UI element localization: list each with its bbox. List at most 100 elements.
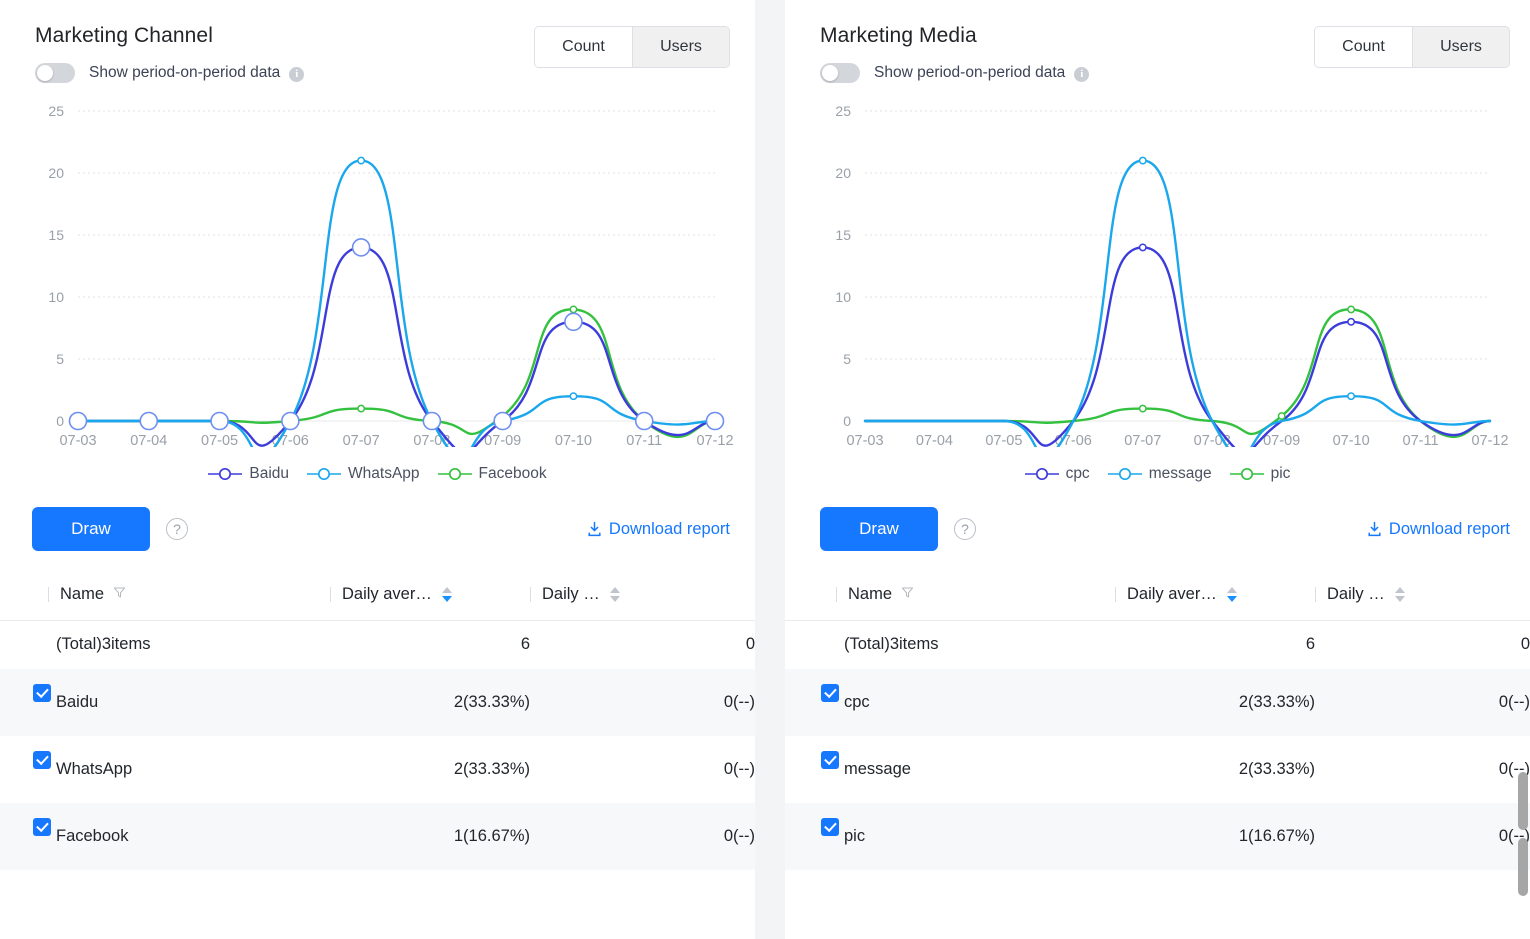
tab-count[interactable]: Count (1315, 27, 1412, 67)
x-axis-tick-label: 07-11 (1403, 433, 1439, 447)
x-axis-tick-label: 07-05 (985, 433, 1022, 447)
column-header-daily-other[interactable]: Daily … (530, 575, 755, 621)
row-checkbox[interactable] (821, 683, 839, 702)
data-point (1347, 305, 1356, 314)
header-divider (330, 587, 331, 602)
row-checkbox[interactable] (821, 750, 839, 769)
chart-legend: Baidu WhatsApp Facebook (0, 465, 755, 483)
table-header: Name Daily aver… Daily … (0, 575, 755, 621)
data-point (1277, 412, 1286, 420)
draw-button[interactable]: Draw (32, 507, 150, 551)
x-axis-tick-label: 07-10 (555, 433, 592, 447)
app-root: Marketing Channel Show period-on-period … (0, 0, 1530, 939)
y-axis-tick-label: 20 (835, 165, 851, 181)
legend-label: pic (1270, 465, 1291, 482)
data-point-highlight (493, 411, 512, 431)
download-report-link[interactable]: Download report (1366, 520, 1510, 539)
tab-users[interactable]: Users (1412, 27, 1509, 67)
row-daily-other: 0(--) (530, 802, 755, 870)
period-on-period-toggle[interactable] (35, 63, 75, 83)
column-header-daily-average[interactable]: Daily aver… (330, 575, 530, 621)
table-row[interactable]: message 2(33.33%) 0(--) (785, 736, 1530, 803)
marketing-media-card: Marketing Media Show period-on-period da… (785, 0, 1530, 939)
data-point-highlight (634, 411, 654, 431)
table-row[interactable]: Baidu 2(33.33%) 0(--) (0, 668, 755, 736)
y-axis-tick-label: 15 (48, 227, 64, 243)
tab-count[interactable]: Count (535, 27, 632, 67)
scrollbar-thumb[interactable] (1518, 772, 1528, 830)
legend-item[interactable]: Baidu (199, 465, 298, 483)
table-row[interactable]: cpc 2(33.33%) 0(--) (785, 668, 1530, 736)
data-point-highlight (139, 411, 159, 431)
legend-marker-icon (1107, 467, 1142, 481)
x-axis-tick-label: 07-07 (343, 433, 380, 447)
legend-marker-icon (208, 467, 243, 481)
filter-icon[interactable] (113, 585, 126, 604)
series-line (76, 159, 717, 447)
sort-toggle-daily-other[interactable] (609, 587, 620, 602)
line-chart[interactable]: 051015202507-03 07-04 07-05 07-06 07-07 07-08… (0, 97, 755, 447)
table-header: Name Daily aver… Daily … (785, 575, 1530, 621)
x-axis-tick-label: 07-04 (916, 433, 953, 447)
data-point (569, 305, 578, 314)
data-point-highlight (422, 411, 442, 431)
y-axis-tick-label: 25 (835, 103, 851, 119)
column-header-name[interactable]: Name (0, 575, 330, 621)
tab-users[interactable]: Users (632, 27, 729, 67)
sort-toggle-daily-other[interactable] (1394, 587, 1405, 602)
table-row[interactable]: Facebook 1(16.67%) 0(--) (0, 802, 755, 870)
x-axis-tick-label: 07-09 (484, 433, 521, 447)
legend-label: message (1148, 465, 1212, 482)
metric-segmented-control[interactable]: Count Users (534, 26, 730, 68)
row-checkbox[interactable] (821, 817, 839, 836)
column-header-daily-average-label: Daily aver… (342, 585, 432, 603)
row-checkbox[interactable] (33, 817, 51, 836)
table-row[interactable]: pic 1(16.67%) 0(--) (785, 802, 1530, 870)
series-line (863, 159, 1492, 447)
filter-icon[interactable] (901, 585, 914, 604)
period-on-period-toggle[interactable] (820, 63, 860, 83)
row-name-cell: Facebook (0, 802, 330, 870)
draw-button[interactable]: Draw (820, 507, 938, 551)
info-icon[interactable]: i (1074, 66, 1090, 82)
legend-item[interactable]: WhatsApp (298, 465, 429, 483)
column-header-daily-average[interactable]: Daily aver… (1115, 575, 1315, 621)
column-header-daily-other[interactable]: Daily … (1315, 575, 1530, 621)
data-point (357, 404, 366, 413)
column-header-name-label: Name (848, 585, 893, 603)
marketing-channel-card: Marketing Channel Show period-on-period … (0, 0, 755, 939)
metric-segmented-control[interactable]: Count Users (1314, 26, 1510, 68)
download-report-link[interactable]: Download report (586, 520, 730, 539)
table-row-total: (Total)3items 6 0 (785, 620, 1530, 669)
action-row: Draw ? Download report (0, 507, 755, 551)
legend-label: Facebook (478, 465, 547, 482)
header-divider (530, 587, 531, 602)
legend-label: cpc (1065, 465, 1090, 482)
sort-toggle-daily-average[interactable] (1226, 587, 1237, 602)
x-axis-tick-label: 07-12 (1471, 433, 1508, 447)
toggle-knob (822, 65, 838, 81)
column-header-name[interactable]: Name (785, 575, 1115, 621)
legend-item[interactable]: cpc (1016, 465, 1099, 483)
row-checkbox[interactable] (33, 683, 51, 702)
row-checkbox[interactable] (33, 750, 51, 769)
data-point-highlight (564, 312, 583, 332)
legend-item[interactable]: message (1099, 465, 1221, 483)
line-chart[interactable]: 051015202507-03 07-04 07-05 07-06 07-07 07-08… (785, 97, 1530, 447)
row-daily-other: 0(--) (1498, 759, 1530, 778)
legend-item[interactable]: Facebook (429, 465, 556, 483)
row-daily-other: 0(--) (1315, 668, 1530, 736)
data-point-highlight (281, 411, 300, 431)
question-mark-icon[interactable]: ? (166, 518, 188, 540)
table-row[interactable]: WhatsApp 2(33.33%) 0(--) (0, 736, 755, 803)
scrollbar-thumb[interactable] (1518, 838, 1528, 896)
page-scrollbar[interactable] (1516, 0, 1530, 939)
legend-item[interactable]: pic (1221, 465, 1300, 483)
chart-legend: cpc message pic (785, 465, 1530, 483)
question-mark-icon[interactable]: ? (954, 518, 976, 540)
series-line (76, 308, 717, 438)
info-icon[interactable]: i (289, 66, 305, 82)
row-daily-average: 1(16.67%) (1115, 802, 1315, 870)
sort-toggle-daily-average[interactable] (441, 587, 452, 602)
legend-marker-icon (1024, 467, 1059, 481)
